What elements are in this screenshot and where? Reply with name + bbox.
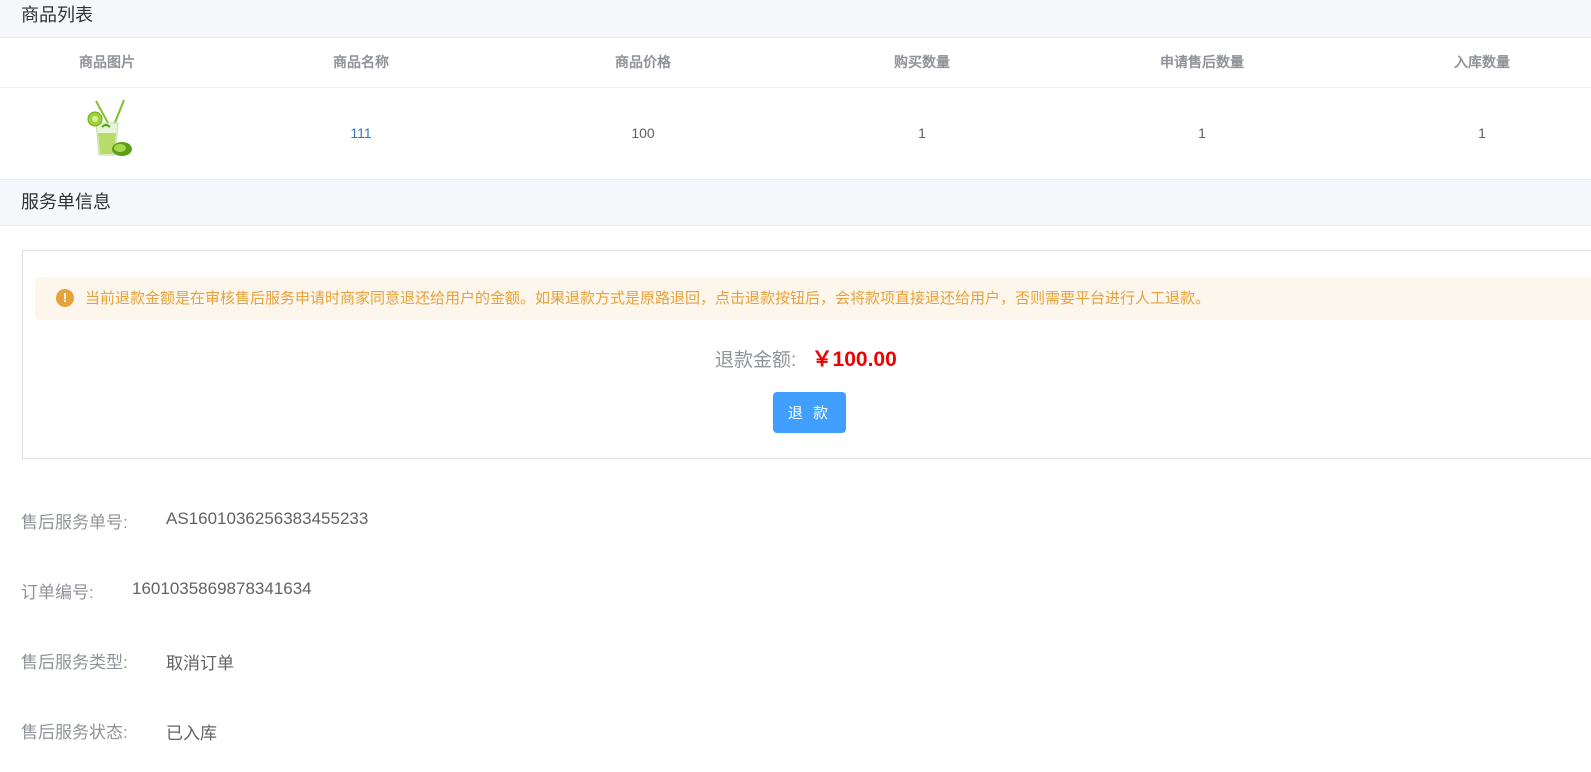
col-header-name: 商品名称 (333, 54, 389, 70)
col-header-image: 商品图片 (79, 54, 135, 70)
table-row: 111 100 1 1 1 (0, 88, 1591, 180)
service-type-value: 取消订单 (166, 654, 234, 673)
order-no-value: 1601035869878341634 (132, 579, 312, 598)
aftersale-qty: 1 (1198, 125, 1206, 141)
col-header-price: 商品价格 (615, 54, 671, 70)
col-header-stock-in-qty: 入库数量 (1454, 54, 1510, 70)
mojito-drink-image (87, 99, 132, 156)
service-info-title: 服务单信息 (21, 192, 111, 212)
table-header-row: 商品图片 商品名称 商品价格 购买数量 申请售后数量 入库数量 (0, 38, 1591, 88)
col-header-aftersale-qty: 申请售后数量 (1160, 54, 1244, 70)
info-row-order-no: 订单编号: 1601035869878341634 (21, 578, 312, 603)
service-status-label: 售后服务状态: (21, 723, 128, 742)
order-no-label: 订单编号: (21, 583, 94, 602)
refund-alert: ! 当前退款金额是在审核售后服务申请时商家同意退还给用户的金额。如果退款方式是原… (35, 277, 1591, 320)
refund-amount-label: 退款金额: (715, 350, 797, 371)
refund-amount-value: ￥100.00 (811, 348, 897, 371)
service-no-label: 售后服务单号: (21, 513, 128, 532)
refund-panel: ! 当前退款金额是在审核售后服务申请时商家同意退还给用户的金额。如果退款方式是原… (22, 250, 1591, 459)
service-no-value: AS1601036256383455233 (166, 509, 369, 528)
service-type-label: 售后服务类型: (21, 653, 128, 672)
product-table: 商品图片 商品名称 商品价格 购买数量 申请售后数量 入库数量 111 100 … (0, 38, 1591, 180)
buy-qty: 1 (918, 125, 926, 141)
product-list-header: 商品列表 (0, 0, 1591, 38)
refund-alert-text: 当前退款金额是在审核售后服务申请时商家同意退还给用户的金额。如果退款方式是原路退… (85, 290, 1211, 307)
warning-icon: ! (56, 289, 74, 307)
product-price: 100 (631, 125, 655, 141)
info-row-service-no: 售后服务单号: AS1601036256383455233 (21, 508, 368, 533)
info-row-service-status: 售后服务状态: 已入库 (21, 718, 217, 743)
stock-in-qty: 1 (1478, 125, 1486, 141)
product-name-link[interactable]: 111 (350, 88, 371, 178)
refund-amount: 退款金额: ￥100.00 (715, 343, 897, 373)
col-header-buy-qty: 购买数量 (894, 54, 950, 70)
service-info-header: 服务单信息 (0, 180, 1591, 226)
info-row-service-type: 售后服务类型: 取消订单 (21, 648, 234, 673)
product-list-title: 商品列表 (21, 5, 93, 25)
service-status-value: 已入库 (166, 724, 217, 743)
refund-button[interactable]: 退 款 (773, 392, 846, 433)
